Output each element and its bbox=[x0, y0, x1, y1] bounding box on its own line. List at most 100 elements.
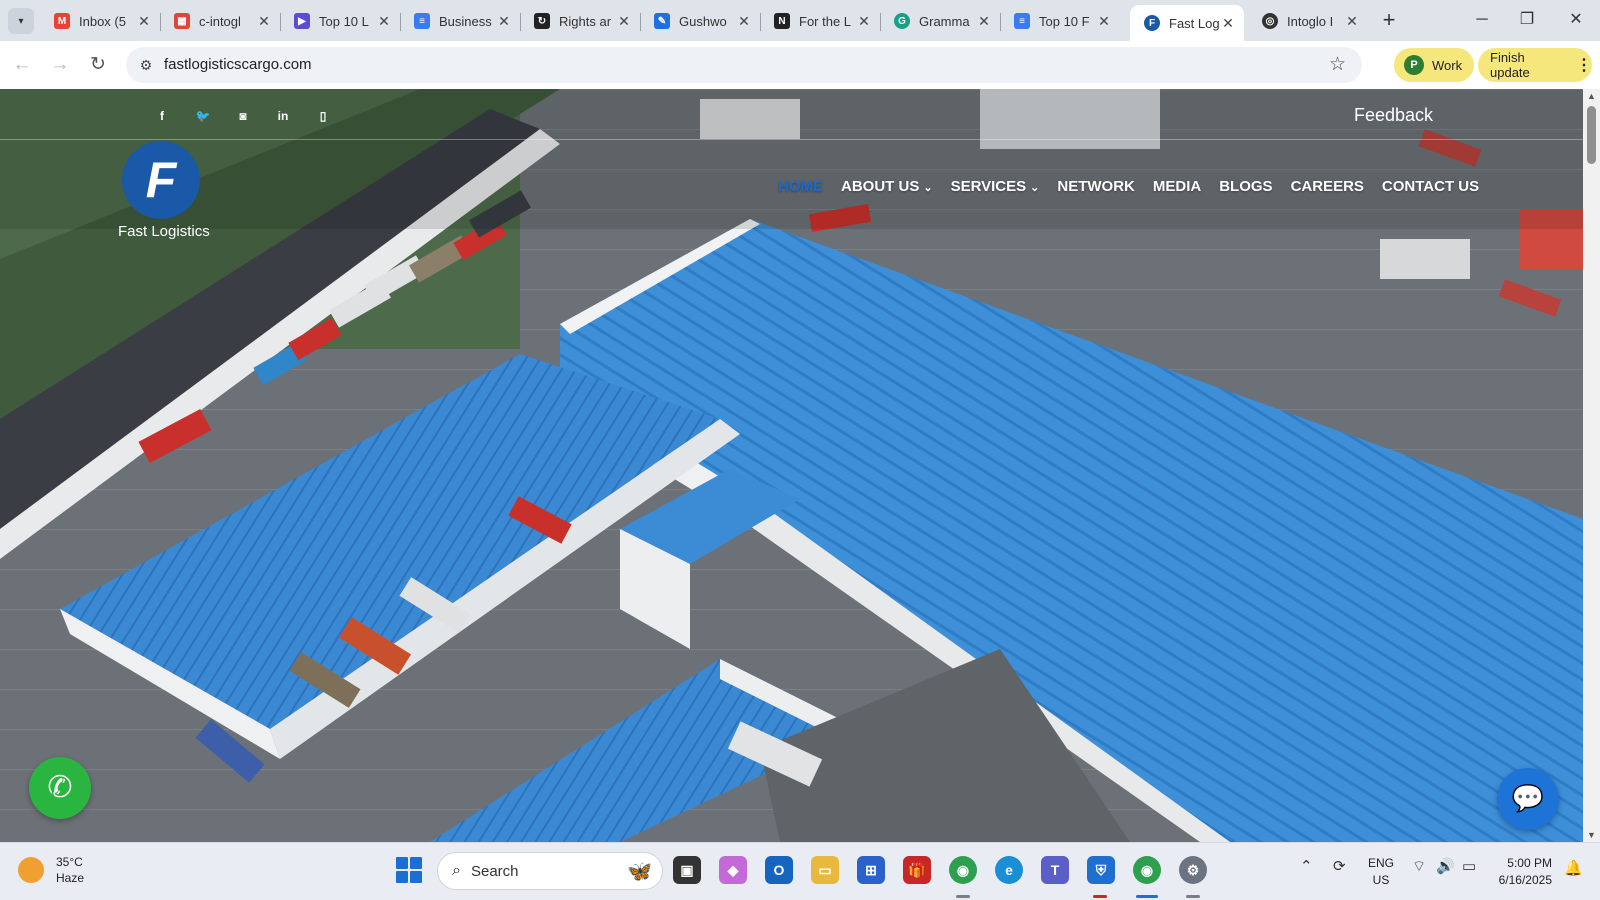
chevron-down-icon: ⌄ bbox=[1030, 182, 1040, 194]
nav-about-us[interactable]: ABOUT US ⌄ bbox=[841, 178, 933, 202]
sheets-icon: ▦ bbox=[174, 13, 190, 29]
tab-gmail[interactable]: M Inbox (5 ✕ bbox=[40, 5, 160, 37]
tab-notion[interactable]: N For the L ✕ bbox=[760, 5, 880, 37]
phone-icon[interactable]: ▯ bbox=[313, 106, 333, 126]
settings-gear-icon[interactable]: ⚙ bbox=[1179, 856, 1207, 884]
close-icon[interactable]: ✕ bbox=[136, 13, 152, 30]
active-app-indicator bbox=[1136, 895, 1158, 898]
tab-gushwork[interactable]: ✎ Gushwo ✕ bbox=[640, 5, 760, 37]
site-logo[interactable]: F Fast Logistics bbox=[118, 141, 228, 240]
scroll-up-icon[interactable]: ▲ bbox=[1586, 91, 1597, 101]
profile-label: Work bbox=[1432, 57, 1463, 73]
restore-button[interactable]: ❐ bbox=[1507, 6, 1547, 34]
tab-intoglo[interactable]: ◎ Intoglo I ✕ bbox=[1248, 5, 1368, 37]
tab-sheets[interactable]: ▦ c-intogl ✕ bbox=[160, 5, 280, 37]
close-icon[interactable]: ✕ bbox=[616, 13, 632, 30]
url-text[interactable]: fastlogisticscargo.com bbox=[164, 56, 312, 73]
close-icon[interactable]: ✕ bbox=[736, 13, 752, 30]
nav-home[interactable]: HOME bbox=[778, 178, 823, 202]
chrome-icon[interactable]: ◉ bbox=[949, 856, 977, 884]
edge-icon[interactable]: e bbox=[995, 856, 1023, 884]
nav-blogs[interactable]: BLOGS bbox=[1219, 178, 1272, 202]
gift-icon[interactable]: 🎁 bbox=[903, 856, 931, 884]
volume-icon[interactable]: 🔊 bbox=[1436, 857, 1455, 875]
feedback-link[interactable]: Feedback bbox=[1354, 105, 1433, 126]
sync-icon[interactable]: ⟳ bbox=[1333, 857, 1346, 875]
site-settings-icon[interactable]: ⚙ bbox=[134, 53, 158, 77]
scrollbar-thumb[interactable] bbox=[1587, 106, 1596, 164]
page-scrollbar[interactable]: ▲ ▼ bbox=[1583, 89, 1600, 842]
close-icon[interactable]: ✕ bbox=[856, 13, 872, 30]
tab-docs-business[interactable]: ≡ Business ✕ bbox=[400, 5, 520, 37]
security-shield-icon[interactable]: ⛨ bbox=[1087, 856, 1115, 884]
chrome-work-icon[interactable]: ◉ bbox=[1133, 856, 1161, 884]
bookmark-star-icon[interactable]: ☆ bbox=[1329, 53, 1346, 76]
nav-careers[interactable]: CAREERS bbox=[1291, 178, 1364, 202]
nav-contact-us[interactable]: CONTACT US bbox=[1382, 178, 1479, 202]
forward-button[interactable]: → bbox=[46, 51, 74, 79]
teams-icon[interactable]: T bbox=[1041, 856, 1069, 884]
tab-video[interactable]: ▶ Top 10 L ✕ bbox=[280, 5, 400, 37]
tab-title: Gramma bbox=[919, 13, 970, 29]
close-icon[interactable]: ✕ bbox=[496, 13, 512, 30]
tab-search-button[interactable]: ▾ bbox=[8, 8, 34, 34]
linkedin-icon[interactable]: in bbox=[273, 106, 293, 126]
profile-button[interactable]: P Work bbox=[1394, 48, 1474, 82]
tab-title: Inbox (5 bbox=[79, 13, 126, 29]
plus-icon: + bbox=[1382, 7, 1396, 32]
finish-update-button[interactable]: Finish update ⋮ bbox=[1478, 48, 1592, 82]
copilot-icon[interactable]: ◆ bbox=[719, 856, 747, 884]
close-icon[interactable]: ✕ bbox=[1220, 15, 1236, 32]
close-icon[interactable]: ✕ bbox=[256, 13, 272, 30]
running-indicator bbox=[1093, 895, 1107, 898]
close-icon[interactable]: ✕ bbox=[1096, 13, 1112, 30]
search-highlight-icon: 🦋 bbox=[627, 861, 652, 883]
chevron-up-icon[interactable]: ⌃ bbox=[1300, 857, 1313, 875]
address-bar[interactable]: ⚙ fastlogisticscargo.com ☆ bbox=[126, 47, 1362, 83]
wifi-icon[interactable]: ⌔ bbox=[1412, 857, 1426, 876]
nav-services[interactable]: SERVICES ⌄ bbox=[951, 178, 1040, 202]
microsoft-store-icon[interactable]: ⊞ bbox=[857, 856, 885, 884]
close-icon[interactable]: ✕ bbox=[976, 13, 992, 30]
twitter-icon[interactable]: 🐦 bbox=[193, 106, 213, 126]
language-indicator[interactable]: ENG US bbox=[1368, 855, 1394, 889]
more-vert-icon: ⋮ bbox=[1576, 57, 1592, 74]
chat-button[interactable]: 💬 bbox=[1497, 768, 1559, 830]
tab-docs-top10[interactable]: ≡ Top 10 F ✕ bbox=[1000, 5, 1120, 37]
weather-widget[interactable]: 35°C Haze bbox=[18, 854, 84, 886]
search-placeholder: Search bbox=[470, 862, 519, 880]
file-explorer-icon[interactable]: ▭ bbox=[811, 856, 839, 884]
task-view-icon[interactable]: ▣ bbox=[673, 856, 701, 884]
close-window-button[interactable]: ✕ bbox=[1556, 6, 1596, 34]
sun-haze-icon bbox=[18, 857, 44, 883]
start-button[interactable] bbox=[396, 857, 422, 883]
whatsapp-button[interactable]: ✆ bbox=[29, 757, 91, 819]
system-clock[interactable]: 5:00 PM 6/16/2025 bbox=[1494, 855, 1552, 889]
close-icon[interactable]: ✕ bbox=[1344, 13, 1360, 30]
logo-name: Fast Logistics bbox=[118, 223, 210, 240]
tab-fast-logistics[interactable]: F Fast Log ✕ bbox=[1130, 5, 1244, 41]
nav-services-label: SERVICES bbox=[950, 178, 1027, 195]
outlook-icon[interactable]: O bbox=[765, 856, 793, 884]
facebook-icon[interactable]: f bbox=[152, 106, 172, 126]
windows-logo-icon bbox=[396, 857, 408, 869]
web-page: f 🐦 ◙ in ▯ Feedback F Fast Logistics HOM… bbox=[0, 89, 1583, 842]
notification-bell-icon[interactable]: 🔔 bbox=[1564, 859, 1583, 877]
minimize-button[interactable]: ─ bbox=[1462, 6, 1502, 34]
nav-media[interactable]: MEDIA bbox=[1153, 178, 1201, 202]
scroll-down-icon[interactable]: ▼ bbox=[1586, 830, 1597, 840]
taskbar-search[interactable]: ⌕ Search 🦋 bbox=[437, 852, 663, 890]
reload-button[interactable]: ↻ bbox=[84, 51, 112, 79]
whatsapp-icon: ✆ bbox=[47, 771, 73, 804]
tab-grammarly[interactable]: G Gramma ✕ bbox=[880, 5, 1000, 37]
close-icon[interactable]: ✕ bbox=[376, 13, 392, 30]
tab-rights[interactable]: ↻ Rights ar ✕ bbox=[520, 5, 640, 37]
browser-tab-strip: ▾ M Inbox (5 ✕ ▦ c-intogl ✕ ▶ Top 10 L ✕… bbox=[0, 0, 1600, 41]
back-button[interactable]: ← bbox=[8, 51, 36, 79]
clock-time: 5:00 PM bbox=[1507, 856, 1552, 870]
new-tab-button[interactable]: + bbox=[1376, 8, 1402, 34]
nav-network[interactable]: NETWORK bbox=[1057, 178, 1135, 202]
instagram-icon[interactable]: ◙ bbox=[233, 106, 253, 126]
battery-icon[interactable]: ▭ bbox=[1462, 857, 1476, 875]
language-code: ENG bbox=[1368, 856, 1395, 870]
